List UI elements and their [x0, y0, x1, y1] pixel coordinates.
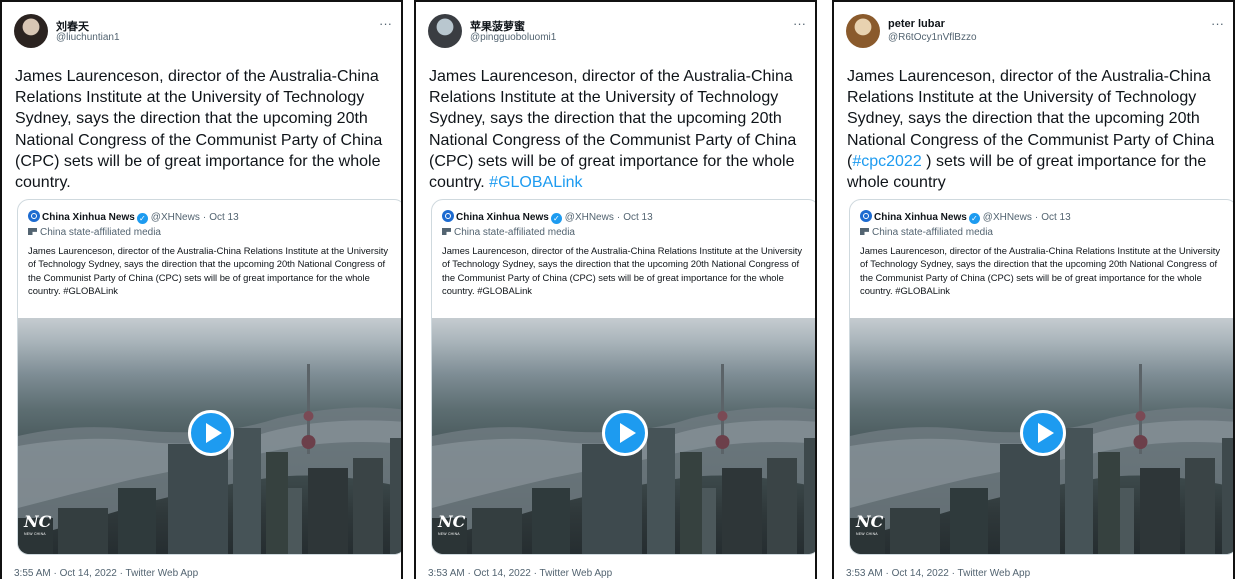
quoted-tweet[interactable]: China Xinhua News ✓ @XHNews · Oct 13 China st… [849, 199, 1233, 555]
quoted-author-handle[interactable]: @XHNews [983, 212, 1032, 223]
tweet-card[interactable]: 刘春天 @liuchuntian1 ··· James Laurenceson, di… [0, 0, 403, 579]
separator: · [1034, 212, 1039, 223]
tweet-header: 刘春天 @liuchuntian1 ··· [14, 10, 394, 50]
separator: · [202, 212, 207, 223]
state-media-label[interactable]: China state-affiliated media [442, 227, 575, 238]
author-handle[interactable]: @pingguoboluomi1 [470, 32, 556, 43]
logo-text: NC [856, 512, 884, 531]
quoted-author-handle[interactable]: @XHNews [565, 212, 614, 223]
more-options-icon[interactable]: ··· [379, 16, 392, 31]
tweet-card[interactable]: peter lubar @R6tOcy1nVflBzzo ··· James Laur… [832, 0, 1235, 579]
quoted-date[interactable]: Oct 13 [623, 212, 652, 223]
author-handle[interactable]: @liuchuntian1 [56, 32, 120, 43]
quoted-author-name[interactable]: China Xinhua News [42, 212, 135, 223]
quoted-date[interactable]: Oct 13 [209, 212, 238, 223]
tweet-header: 苹果菠萝蜜 @pingguoboluomi1 ··· [428, 10, 808, 50]
logo-subtext: NEW CHINA [856, 532, 878, 536]
state-media-label-text: China state-affiliated media [40, 227, 161, 238]
quoted-date[interactable]: Oct 13 [1041, 212, 1070, 223]
tweet-card[interactable]: 苹果菠萝蜜 @pingguoboluomi1 ··· James Laurenceso… [414, 0, 817, 579]
logo-subtext: NEW CHINA [438, 532, 460, 536]
tweet-text: James Laurenceson, director of the Austr… [15, 66, 390, 193]
play-icon[interactable] [188, 410, 234, 456]
xinhua-avatar[interactable] [860, 210, 872, 222]
quoted-author-handle[interactable]: @XHNews [151, 212, 200, 223]
more-options-icon[interactable]: ··· [793, 16, 806, 31]
author-handle[interactable]: @R6tOcy1nVflBzzo [888, 32, 977, 43]
state-media-label[interactable]: China state-affiliated media [860, 227, 993, 238]
video-player[interactable]: NC NEW CHINA [850, 318, 1233, 554]
tweet-text-segment: James Laurenceson, director of the Austr… [429, 68, 797, 192]
xinhua-logo-icon: NC NEW CHINA [438, 512, 466, 540]
xinhua-avatar[interactable] [442, 210, 454, 222]
avatar[interactable] [428, 14, 462, 48]
avatar[interactable] [846, 14, 880, 48]
play-icon[interactable] [602, 410, 648, 456]
state-media-flag-icon [860, 228, 869, 235]
play-icon[interactable] [1020, 410, 1066, 456]
logo-text: NC [24, 512, 52, 531]
tweet-text-segment: James Laurenceson, director of the Austr… [15, 68, 383, 192]
avatar[interactable] [14, 14, 48, 48]
state-media-flag-icon [442, 228, 451, 235]
verified-badge-icon: ✓ [550, 213, 562, 224]
tweet-header: peter lubar @R6tOcy1nVflBzzo ··· [846, 10, 1226, 50]
tweet-text: James Laurenceson, director of the Austr… [847, 66, 1222, 193]
hashtag-link[interactable]: #cpc2022 [852, 153, 921, 170]
tweet-timestamp[interactable]: 3:55 AM · Oct 14, 2022 · Twitter Web App [14, 568, 198, 579]
xinhua-logo-icon: NC NEW CHINA [24, 512, 52, 540]
video-player[interactable]: NC NEW CHINA [432, 318, 815, 554]
tweet-text: James Laurenceson, director of the Austr… [429, 66, 804, 193]
state-media-label[interactable]: China state-affiliated media [28, 227, 161, 238]
video-player[interactable]: NC NEW CHINA [18, 318, 401, 554]
quoted-tweet-header: China Xinhua News ✓ @XHNews · Oct 13 [860, 210, 1230, 224]
xinhua-avatar[interactable] [28, 210, 40, 222]
author-name[interactable]: peter lubar [888, 18, 945, 30]
verified-badge-icon: ✓ [968, 213, 980, 224]
quoted-author-name[interactable]: China Xinhua News [874, 212, 967, 223]
tweet-timestamp[interactable]: 3:53 AM · Oct 14, 2022 · Twitter Web App [846, 568, 1030, 579]
quoted-tweet-header: China Xinhua News ✓ @XHNews · Oct 13 [442, 210, 812, 224]
quoted-tweet-header: China Xinhua News ✓ @XHNews · Oct 13 [28, 210, 398, 224]
state-media-flag-icon [28, 228, 37, 235]
logo-subtext: NEW CHINA [24, 532, 46, 536]
state-media-label-text: China state-affiliated media [454, 227, 575, 238]
quoted-author-name[interactable]: China Xinhua News [456, 212, 549, 223]
quoted-tweet[interactable]: China Xinhua News ✓ @XHNews · Oct 13 China st… [17, 199, 401, 555]
verified-badge-icon: ✓ [136, 213, 148, 224]
state-media-label-text: China state-affiliated media [872, 227, 993, 238]
more-options-icon[interactable]: ··· [1211, 16, 1224, 31]
hashtag-link[interactable]: #GLOBALink [489, 174, 582, 191]
xinhua-logo-icon: NC NEW CHINA [856, 512, 884, 540]
quoted-tweet-text: James Laurenceson, director of the Austr… [442, 245, 803, 297]
quoted-tweet-text: James Laurenceson, director of the Austr… [860, 245, 1221, 297]
separator: · [616, 212, 621, 223]
tweet-timestamp[interactable]: 3:53 AM · Oct 14, 2022 · Twitter Web App [428, 568, 612, 579]
quoted-tweet-text: James Laurenceson, director of the Austr… [28, 245, 389, 297]
logo-text: NC [438, 512, 466, 531]
quoted-tweet[interactable]: China Xinhua News ✓ @XHNews · Oct 13 China st… [431, 199, 815, 555]
